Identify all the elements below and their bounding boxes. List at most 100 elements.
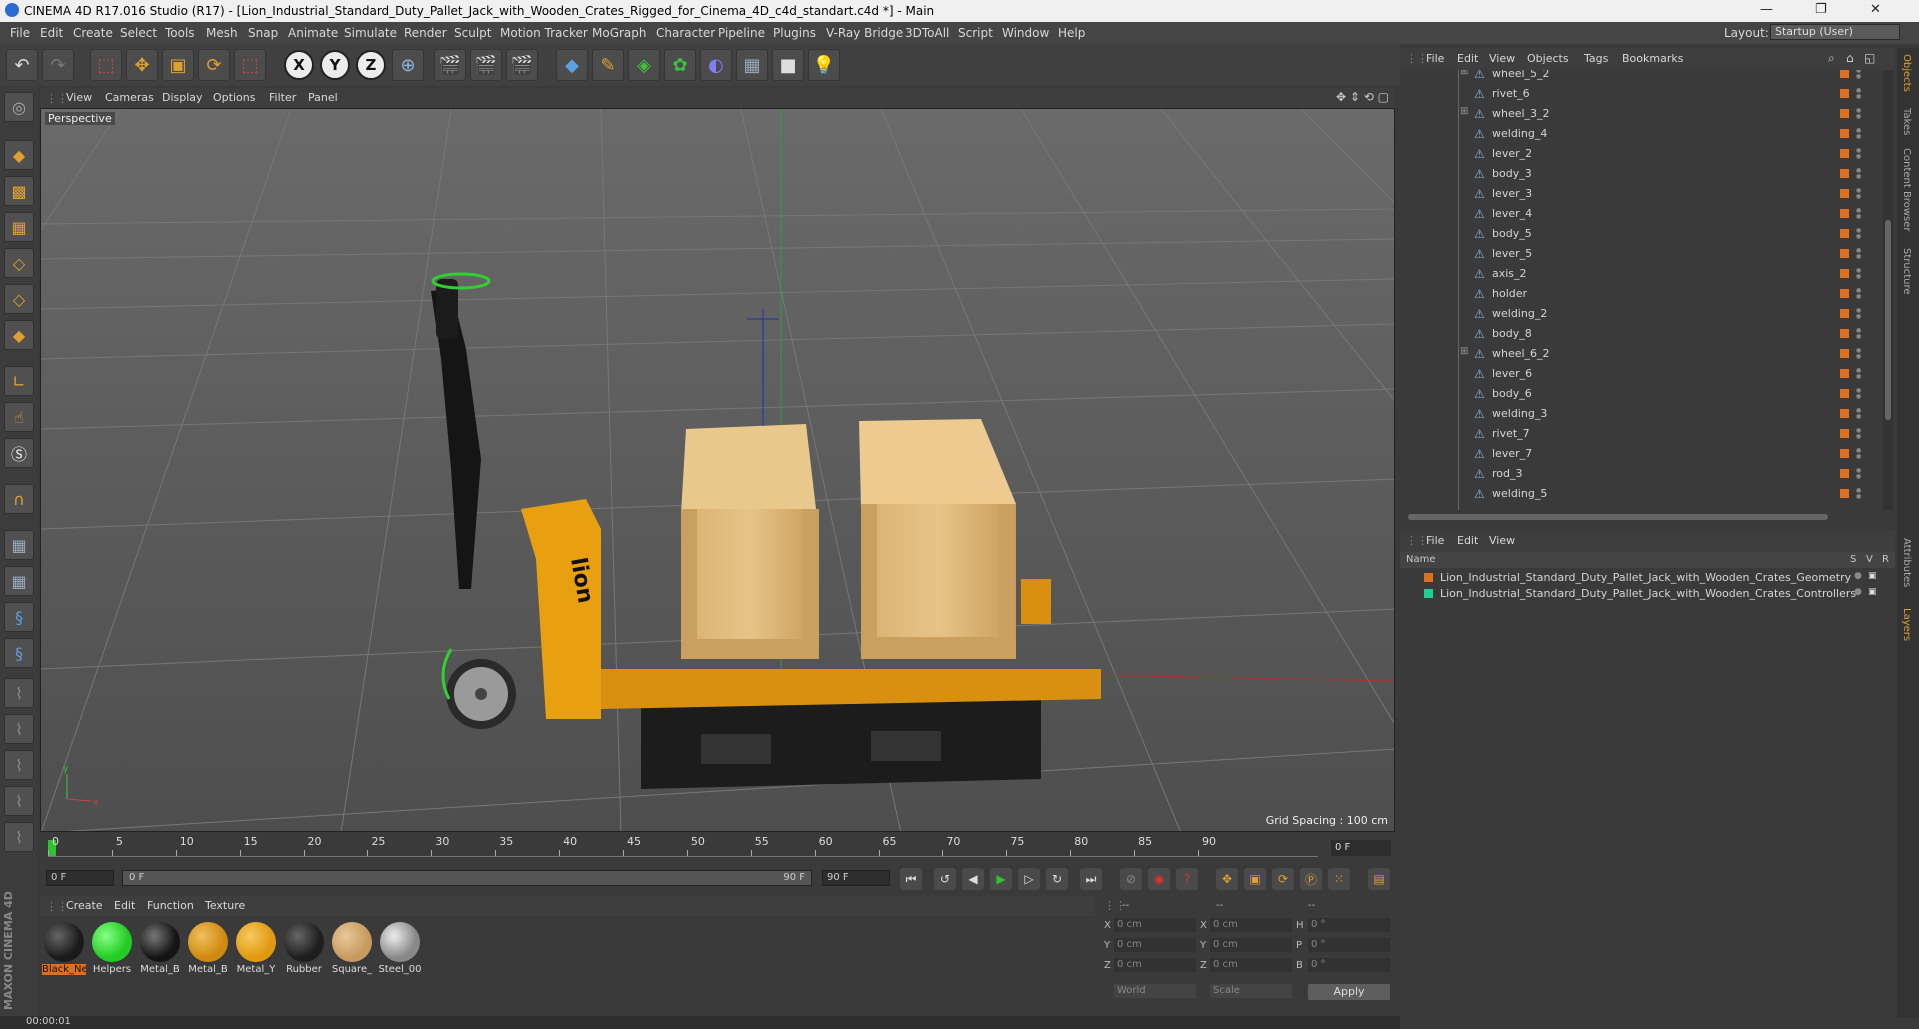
layer-visible-icon[interactable]: ▣ xyxy=(1868,571,1877,581)
visibility-dots-icon[interactable]: ● ● xyxy=(1856,388,1861,400)
size-x-field[interactable]: 0 cm xyxy=(1210,918,1292,932)
sculpt-brush-2-icon[interactable]: ⌇ xyxy=(4,714,34,744)
object-name[interactable]: welding_4 xyxy=(1492,127,1547,140)
visibility-dots-icon[interactable]: ● ● xyxy=(1856,468,1861,480)
layer-tag-icon[interactable] xyxy=(1840,209,1849,218)
key-parameter-icon[interactable]: Ⓟ xyxy=(1300,868,1322,890)
tab-content-browser[interactable]: Content Browser xyxy=(1901,148,1912,231)
layer-tag-icon[interactable] xyxy=(1840,229,1849,238)
viewport-nav-icon[interactable]: ✥ ⇕ ⟲ ▢ xyxy=(1336,90,1389,104)
sculpt-brush-icon[interactable]: ⌇ xyxy=(4,678,34,708)
key-pla-icon[interactable]: ⁙ xyxy=(1328,868,1350,890)
menu-create[interactable]: Create xyxy=(73,26,113,40)
rotation-b-field[interactable]: 0 ° xyxy=(1308,958,1390,972)
expand-toggle-icon[interactable]: ⊞ xyxy=(1460,346,1468,357)
layer-tag-icon[interactable] xyxy=(1840,409,1849,418)
layer-tag-icon[interactable] xyxy=(1840,289,1849,298)
material-menu-function[interactable]: Function xyxy=(147,899,194,912)
material-swatch[interactable]: Metal_B xyxy=(186,920,230,984)
om-vertical-scrollbar[interactable] xyxy=(1883,70,1893,510)
visibility-dots-icon[interactable]: ● ● xyxy=(1856,428,1861,440)
object-name[interactable]: body_6 xyxy=(1492,387,1532,400)
size-y-field[interactable]: 0 cm xyxy=(1210,938,1292,952)
layer-tag-icon[interactable] xyxy=(1840,369,1849,378)
viewport-menu-display[interactable]: Display xyxy=(162,91,203,104)
cube-primitive-icon[interactable]: ◆ xyxy=(556,49,588,81)
size-z-field[interactable]: 0 cm xyxy=(1210,958,1292,972)
object-name[interactable]: wheel_5_2 xyxy=(1492,70,1550,80)
layer-row[interactable]: Lion_Industrial_Standard_Duty_Pallet_Jac… xyxy=(1400,586,1895,601)
menu-script[interactable]: Script xyxy=(958,26,993,40)
layer-tag-icon[interactable] xyxy=(1840,149,1849,158)
key-scale-icon[interactable]: ▣ xyxy=(1244,868,1266,890)
object-name[interactable]: lever_3 xyxy=(1492,187,1532,200)
visibility-dots-icon[interactable]: ● ● xyxy=(1856,348,1861,360)
layer-row[interactable]: Lion_Industrial_Standard_Duty_Pallet_Jac… xyxy=(1400,570,1895,585)
start-frame-field[interactable]: 0 F xyxy=(46,870,114,886)
layer-tag-icon[interactable] xyxy=(1840,329,1849,338)
object-row[interactable]: ⚠ rod_3 ● ● xyxy=(1400,464,1895,484)
layer-tag-icon[interactable] xyxy=(1840,429,1849,438)
lm-menu-file[interactable]: File xyxy=(1426,534,1444,547)
home-icon[interactable]: ⌂ xyxy=(1846,51,1854,65)
om-menu-view[interactable]: View xyxy=(1489,52,1515,65)
tab-layers[interactable]: Layers xyxy=(1901,608,1912,641)
menu-help[interactable]: Help xyxy=(1058,26,1085,40)
size-mode-select[interactable]: Scale xyxy=(1210,984,1292,998)
current-frame-field[interactable]: 0 F xyxy=(1331,840,1391,856)
x-axis-lock-button[interactable]: X xyxy=(284,50,314,80)
deformer-icon[interactable]: ◐ xyxy=(700,49,732,81)
key-rotation-icon[interactable]: ⟳ xyxy=(1272,868,1294,890)
tab-attributes[interactable]: Attributes xyxy=(1901,538,1912,587)
position-z-field[interactable]: 0 cm xyxy=(1114,958,1196,972)
layer-tag-icon[interactable] xyxy=(1840,349,1849,358)
om-hscroll-thumb[interactable] xyxy=(1408,514,1828,520)
material-swatch[interactable]: Metal_Y xyxy=(234,920,278,984)
layer-tag-icon[interactable] xyxy=(1840,309,1849,318)
visibility-dots-icon[interactable]: ● ● xyxy=(1856,328,1861,340)
object-row[interactable]: ⚠ welding_5 ● ● xyxy=(1400,484,1895,504)
live-selection-icon[interactable]: ⬚ xyxy=(90,49,122,81)
menu-snap[interactable]: Snap xyxy=(248,26,278,40)
solo-mode-icon[interactable]: Ⓢ xyxy=(4,438,34,468)
object-row[interactable]: ⚠ holder ● ● xyxy=(1400,284,1895,304)
render-settings-icon[interactable]: 🎬 xyxy=(506,49,538,81)
material-swatch[interactable]: Steel_00 xyxy=(378,920,422,984)
visibility-dots-icon[interactable]: ● ● xyxy=(1856,408,1861,420)
rotate-icon[interactable]: ⟳ xyxy=(198,49,230,81)
viewport-menu-panel[interactable]: Panel xyxy=(308,91,338,104)
search-icon[interactable]: ⌕ xyxy=(1828,51,1835,66)
menu-pipeline[interactable]: Pipeline xyxy=(718,26,765,40)
points-mode-icon[interactable]: ◇ xyxy=(4,248,34,278)
visibility-dots-icon[interactable]: ● ● xyxy=(1856,228,1861,240)
object-name[interactable]: rivet_7 xyxy=(1492,427,1530,440)
z-axis-lock-button[interactable]: Z xyxy=(356,50,386,80)
material-menu-texture[interactable]: Texture xyxy=(205,899,245,912)
autokey-icon[interactable]: ? xyxy=(1176,868,1198,890)
minimize-button[interactable]: — xyxy=(1760,2,1773,17)
object-name[interactable]: welding_3 xyxy=(1492,407,1547,420)
sculpt-brush-5-icon[interactable]: ⌇ xyxy=(4,822,34,852)
om-menu-edit[interactable]: Edit xyxy=(1457,52,1478,65)
visibility-dots-icon[interactable]: ● ● xyxy=(1856,368,1861,380)
frame-ruler[interactable]: 0 5 10 15 20 25 30 35 40 45 50 55 60 65 70 75 80 85 90 xyxy=(48,834,1318,864)
viewport-menu-view[interactable]: View xyxy=(66,91,92,104)
go-to-end-icon[interactable]: ⏭ xyxy=(1080,868,1102,890)
menu-tools[interactable]: Tools xyxy=(165,26,195,40)
layer-solo-icon[interactable]: ● xyxy=(1854,571,1862,581)
coordinate-system-icon[interactable]: ⊕ xyxy=(392,49,424,81)
object-name[interactable]: wheel_6_2 xyxy=(1492,347,1550,360)
menu-motion-tracker[interactable]: Motion Tracker xyxy=(500,26,588,40)
edges-mode-icon[interactable]: ◇ xyxy=(4,284,34,314)
menu-vray-bridge[interactable]: V-Ray Bridge xyxy=(826,26,903,40)
viewport-menu-filter[interactable]: Filter xyxy=(269,91,296,104)
expand-toggle-icon[interactable]: ⊞ xyxy=(1460,106,1468,117)
material-swatch[interactable]: Helpers xyxy=(90,920,134,984)
object-row[interactable]: ⚠ welding_3 ● ● xyxy=(1400,404,1895,424)
om-menu-file[interactable]: File xyxy=(1426,52,1444,65)
object-name[interactable]: rod_3 xyxy=(1492,467,1523,480)
visibility-dots-icon[interactable]: ● ● xyxy=(1856,148,1861,160)
visibility-dots-icon[interactable]: ● ● xyxy=(1856,448,1861,460)
viewport-menu-cameras[interactable]: Cameras xyxy=(105,91,154,104)
object-row[interactable]: ⚠ rivet_7 ● ● xyxy=(1400,424,1895,444)
